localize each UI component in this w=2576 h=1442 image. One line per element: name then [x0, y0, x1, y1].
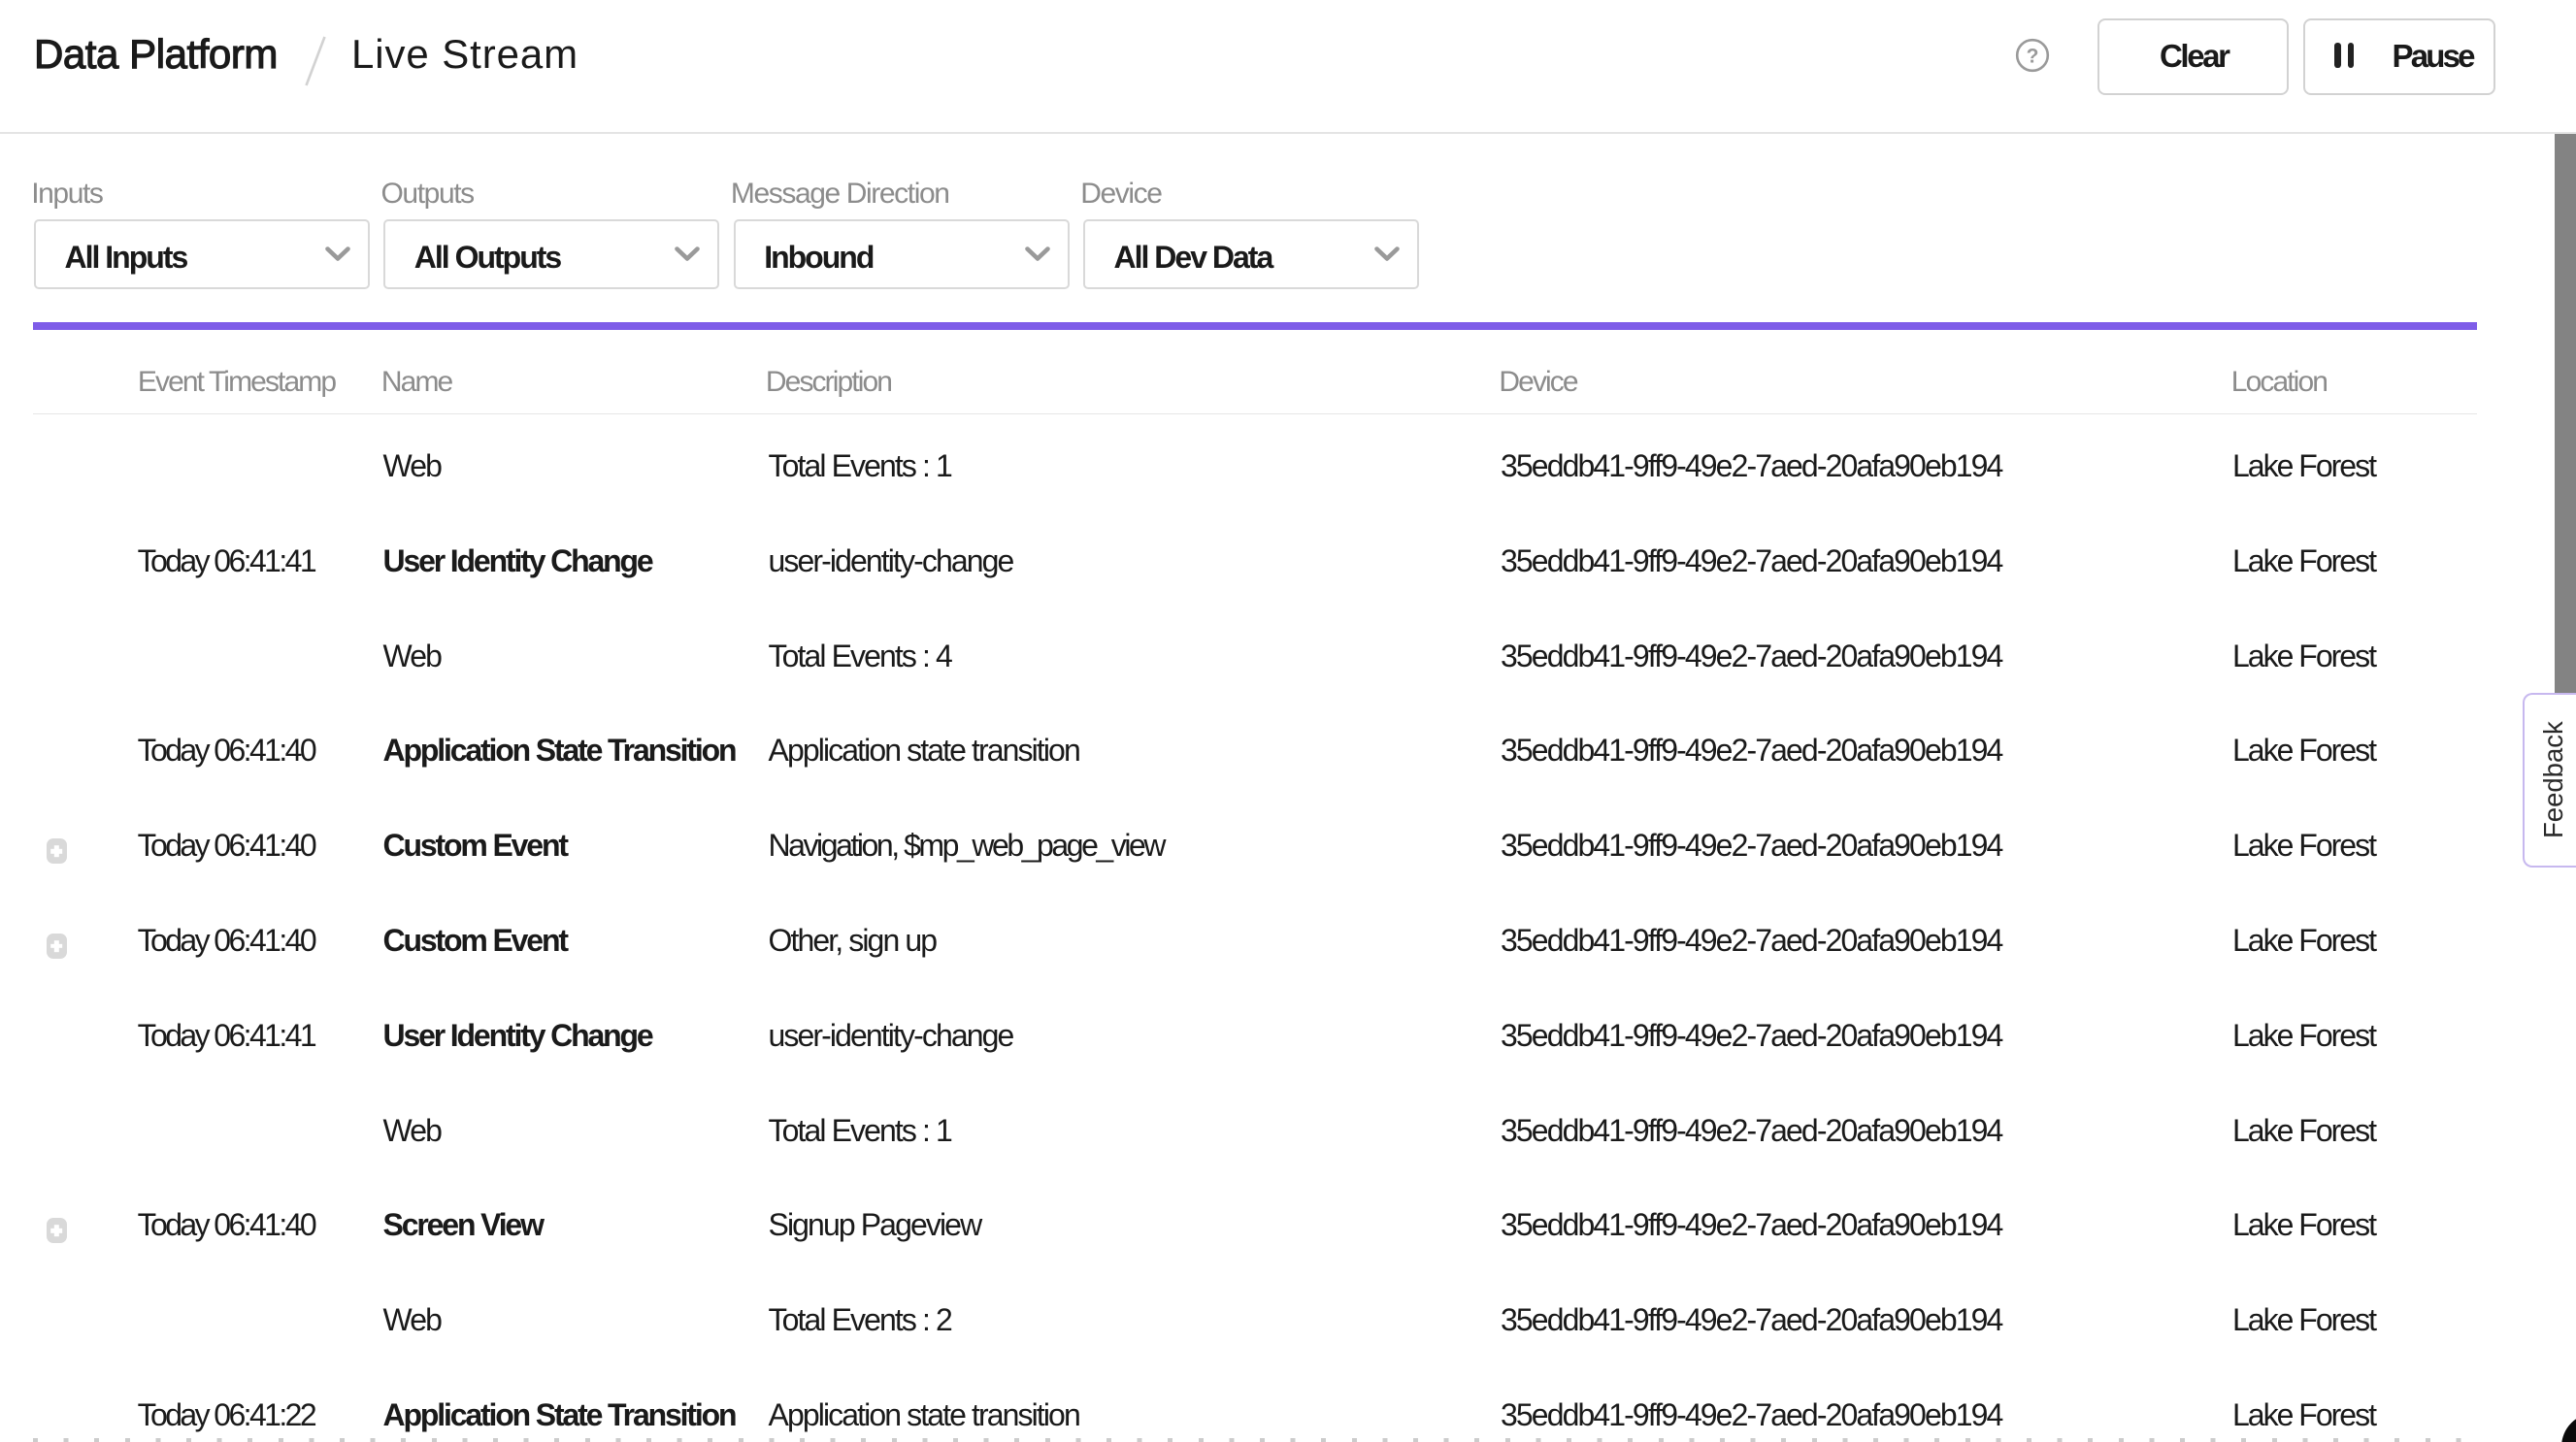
- svg-text:?: ?: [2027, 46, 2039, 68]
